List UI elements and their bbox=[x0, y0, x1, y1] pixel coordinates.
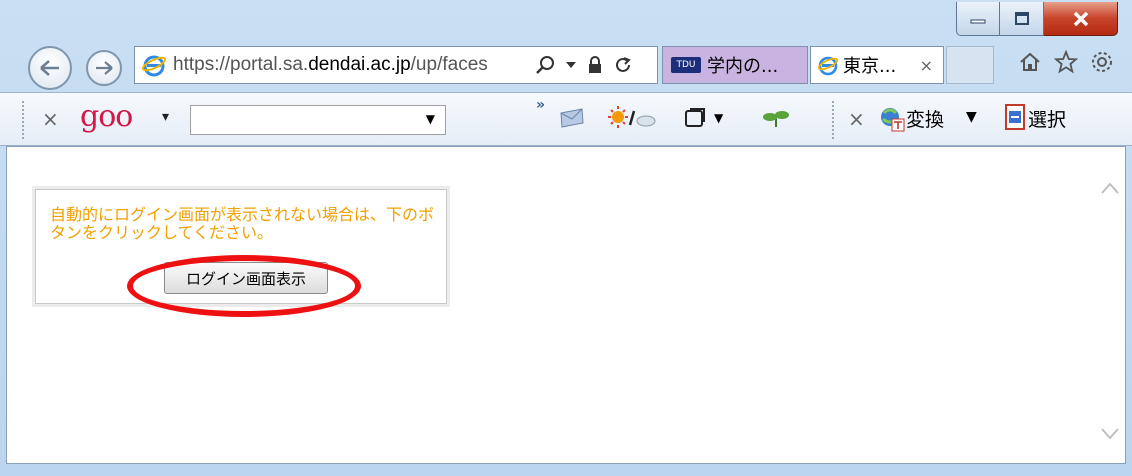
tab-label: 東京... bbox=[843, 56, 897, 77]
chevron-down-icon[interactable]: ▼ bbox=[714, 111, 723, 125]
minimize-icon bbox=[970, 19, 986, 23]
url-scheme: https:// bbox=[173, 54, 231, 75]
close-translate-toolbar-icon[interactable]: × bbox=[848, 107, 865, 131]
minimize-button[interactable] bbox=[956, 2, 1000, 36]
more-tools-chevron[interactable]: » bbox=[536, 97, 545, 113]
goo-logo[interactable]: goo bbox=[80, 99, 133, 134]
close-goo-toolbar-icon[interactable]: × bbox=[42, 107, 59, 131]
navigation-bar: https://portal.sa.dendai.ac.jp/up/faces … bbox=[0, 40, 1132, 92]
window-caption-buttons bbox=[956, 2, 1118, 38]
close-window-button[interactable] bbox=[1044, 2, 1118, 36]
ie-logo-icon bbox=[141, 55, 167, 77]
tab-tokyo[interactable]: 東京... × bbox=[810, 46, 944, 84]
lock-icon[interactable] bbox=[587, 55, 603, 75]
login-notice-text: 自動的にログイン画面が表示されない場合は、下のボタンをクリックしてください。 bbox=[50, 205, 435, 242]
goo-menu-caret[interactable]: ▾ bbox=[162, 109, 169, 125]
url-text[interactable]: https://portal.sa.dendai.ac.jp/up/faces bbox=[173, 54, 527, 76]
new-tab-button[interactable] bbox=[946, 46, 994, 84]
select-label[interactable]: 選択 bbox=[1028, 105, 1066, 132]
address-tools bbox=[535, 55, 633, 75]
translate-globe-icon[interactable] bbox=[878, 105, 908, 133]
url-host: portal.sa. bbox=[230, 54, 309, 75]
tab-tdu-internal[interactable]: TDU 学内の... bbox=[662, 46, 808, 84]
star-icon[interactable] bbox=[1054, 50, 1078, 74]
translate-menu-caret[interactable]: ▼ bbox=[966, 109, 977, 125]
tdu-badge-icon: TDU bbox=[671, 57, 701, 73]
toolbar-right-icons bbox=[1018, 50, 1114, 74]
back-arrow-icon bbox=[40, 60, 59, 76]
chevron-down-icon: ▼ bbox=[425, 112, 435, 126]
address-bar[interactable]: https://portal.sa.dendai.ac.jp/up/faces bbox=[134, 46, 658, 84]
translate-label[interactable]: 変換 bbox=[906, 105, 944, 132]
select-document-icon[interactable] bbox=[1004, 103, 1028, 133]
red-highlight-oval bbox=[127, 255, 361, 317]
gear-icon[interactable] bbox=[1090, 50, 1114, 74]
maximize-button[interactable] bbox=[1000, 2, 1044, 36]
sprout-icon[interactable] bbox=[762, 107, 790, 129]
forward-arrow-icon bbox=[96, 61, 113, 75]
vertical-scrollbar[interactable] bbox=[1095, 147, 1125, 463]
page-content: 自動的にログイン画面が表示されない場合は、下のボタンをクリックしてください。 ロ… bbox=[6, 146, 1126, 464]
forward-button[interactable] bbox=[86, 50, 122, 86]
toolbar-grip[interactable] bbox=[832, 101, 836, 139]
url-path: /up/faces bbox=[410, 54, 488, 75]
chevron-down-icon[interactable] bbox=[1101, 421, 1119, 440]
maximize-icon bbox=[1014, 11, 1029, 25]
weather-icon[interactable] bbox=[608, 105, 656, 131]
url-domain: dendai.ac.jp bbox=[308, 54, 411, 75]
home-icon[interactable] bbox=[1018, 50, 1042, 74]
goo-search-select[interactable]: ▼ bbox=[190, 105, 446, 135]
search-icon[interactable] bbox=[535, 55, 555, 75]
tab-label: 学内の... bbox=[707, 56, 779, 77]
toolbar-grip[interactable] bbox=[22, 101, 26, 139]
window-icon[interactable] bbox=[684, 107, 708, 129]
command-bar: × goo ▾ ▼ » ▼ × 変換 ▼ 選択 bbox=[0, 92, 1132, 146]
tab-close-icon[interactable]: × bbox=[920, 56, 933, 75]
chevron-down-icon[interactable] bbox=[565, 60, 577, 70]
chevron-up-icon[interactable] bbox=[1101, 175, 1119, 194]
refresh-icon[interactable] bbox=[613, 55, 633, 75]
close-icon bbox=[1073, 11, 1088, 26]
mail-icon[interactable] bbox=[558, 107, 586, 129]
browser-window: https://portal.sa.dendai.ac.jp/up/faces … bbox=[0, 0, 1132, 476]
ie-logo-icon bbox=[817, 56, 839, 76]
back-button[interactable] bbox=[28, 46, 72, 90]
